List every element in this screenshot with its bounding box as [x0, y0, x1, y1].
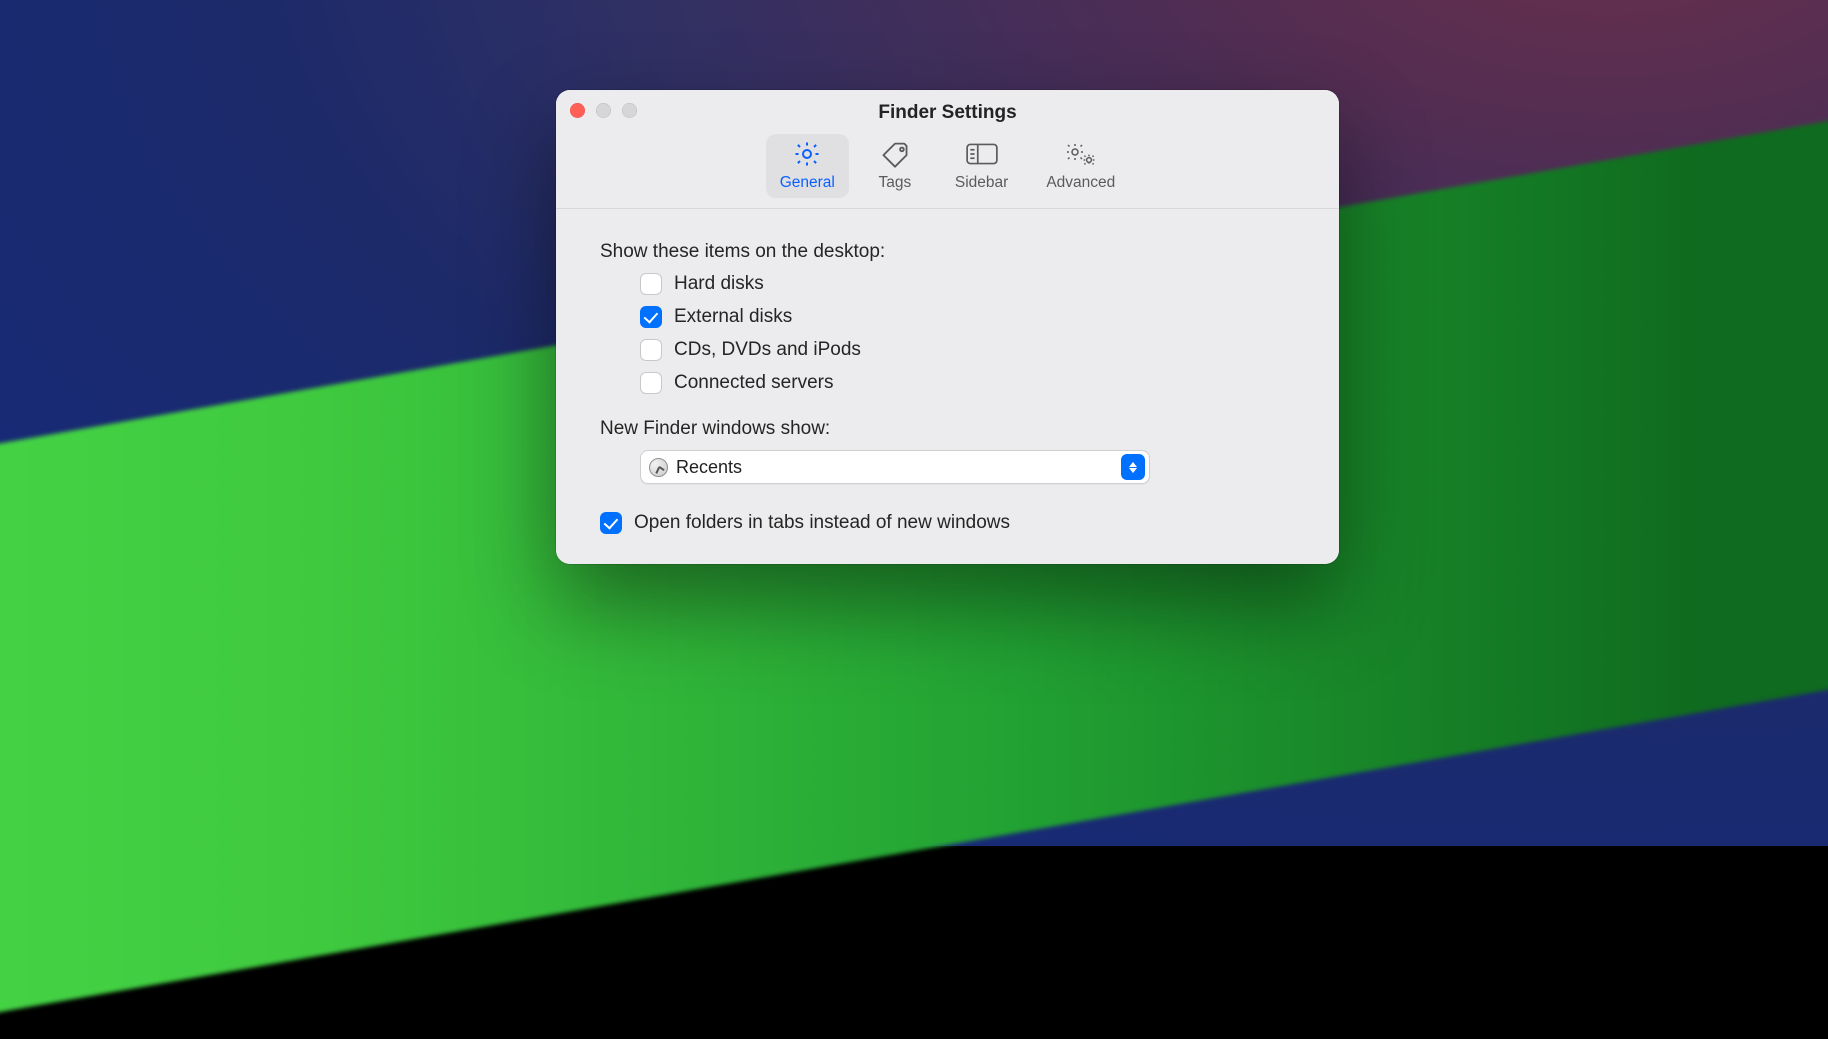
tab-sidebar[interactable]: Sidebar — [941, 134, 1022, 198]
checkbox-label: Connected servers — [674, 372, 833, 394]
external-disks-checkbox[interactable] — [640, 306, 662, 328]
checkbox-row-external-disks: External disks — [640, 306, 1295, 328]
checkbox-label: Hard disks — [674, 273, 764, 295]
tab-label: Tags — [879, 174, 912, 192]
traffic-lights — [570, 103, 637, 118]
tab-general[interactable]: General — [766, 134, 849, 198]
settings-tab-bar: General Tags — [556, 130, 1339, 208]
tab-advanced[interactable]: Advanced — [1032, 134, 1129, 198]
popup-selected-value: Recents — [676, 457, 1113, 478]
tab-label: Sidebar — [955, 174, 1008, 192]
checkbox-row-cds-dvds-ipods: CDs, DVDs and iPods — [640, 339, 1295, 361]
window-close-button[interactable] — [570, 103, 585, 118]
open-in-tabs-row: Open folders in tabs instead of new wind… — [600, 512, 1295, 534]
tab-label: General — [780, 174, 835, 192]
window-zoom-button[interactable] — [622, 103, 637, 118]
connected-servers-checkbox[interactable] — [640, 372, 662, 394]
checkbox-label: CDs, DVDs and iPods — [674, 339, 861, 361]
cds-dvds-ipods-checkbox[interactable] — [640, 339, 662, 361]
gear-icon — [785, 140, 829, 168]
window-minimize-button[interactable] — [596, 103, 611, 118]
window-title: Finder Settings — [556, 102, 1339, 124]
desktop-items-heading: Show these items on the desktop: — [600, 241, 1295, 263]
tab-label: Advanced — [1046, 174, 1115, 192]
checkbox-label: External disks — [674, 306, 792, 328]
settings-content: Show these items on the desktop: Hard di… — [556, 209, 1339, 564]
checkbox-row-connected-servers: Connected servers — [640, 372, 1295, 394]
hard-disks-checkbox[interactable] — [640, 273, 662, 295]
sidebar-icon — [960, 140, 1004, 168]
new-finder-windows-popup[interactable]: Recents — [640, 450, 1150, 484]
finder-settings-window: Finder Settings General T — [556, 90, 1339, 564]
new-finder-windows-heading: New Finder windows show: — [600, 418, 1295, 440]
recents-clock-icon — [649, 458, 668, 477]
tab-tags[interactable]: Tags — [859, 134, 931, 198]
gears-icon — [1059, 140, 1103, 168]
desktop-items-list: Hard disks External disks CDs, DVDs and … — [600, 273, 1295, 394]
checkbox-row-hard-disks: Hard disks — [640, 273, 1295, 295]
tag-icon — [873, 140, 917, 168]
popup-arrows-icon — [1121, 454, 1145, 480]
titlebar: Finder Settings General T — [556, 90, 1339, 209]
open-in-tabs-checkbox[interactable] — [600, 512, 622, 534]
checkbox-label: Open folders in tabs instead of new wind… — [634, 512, 1010, 534]
